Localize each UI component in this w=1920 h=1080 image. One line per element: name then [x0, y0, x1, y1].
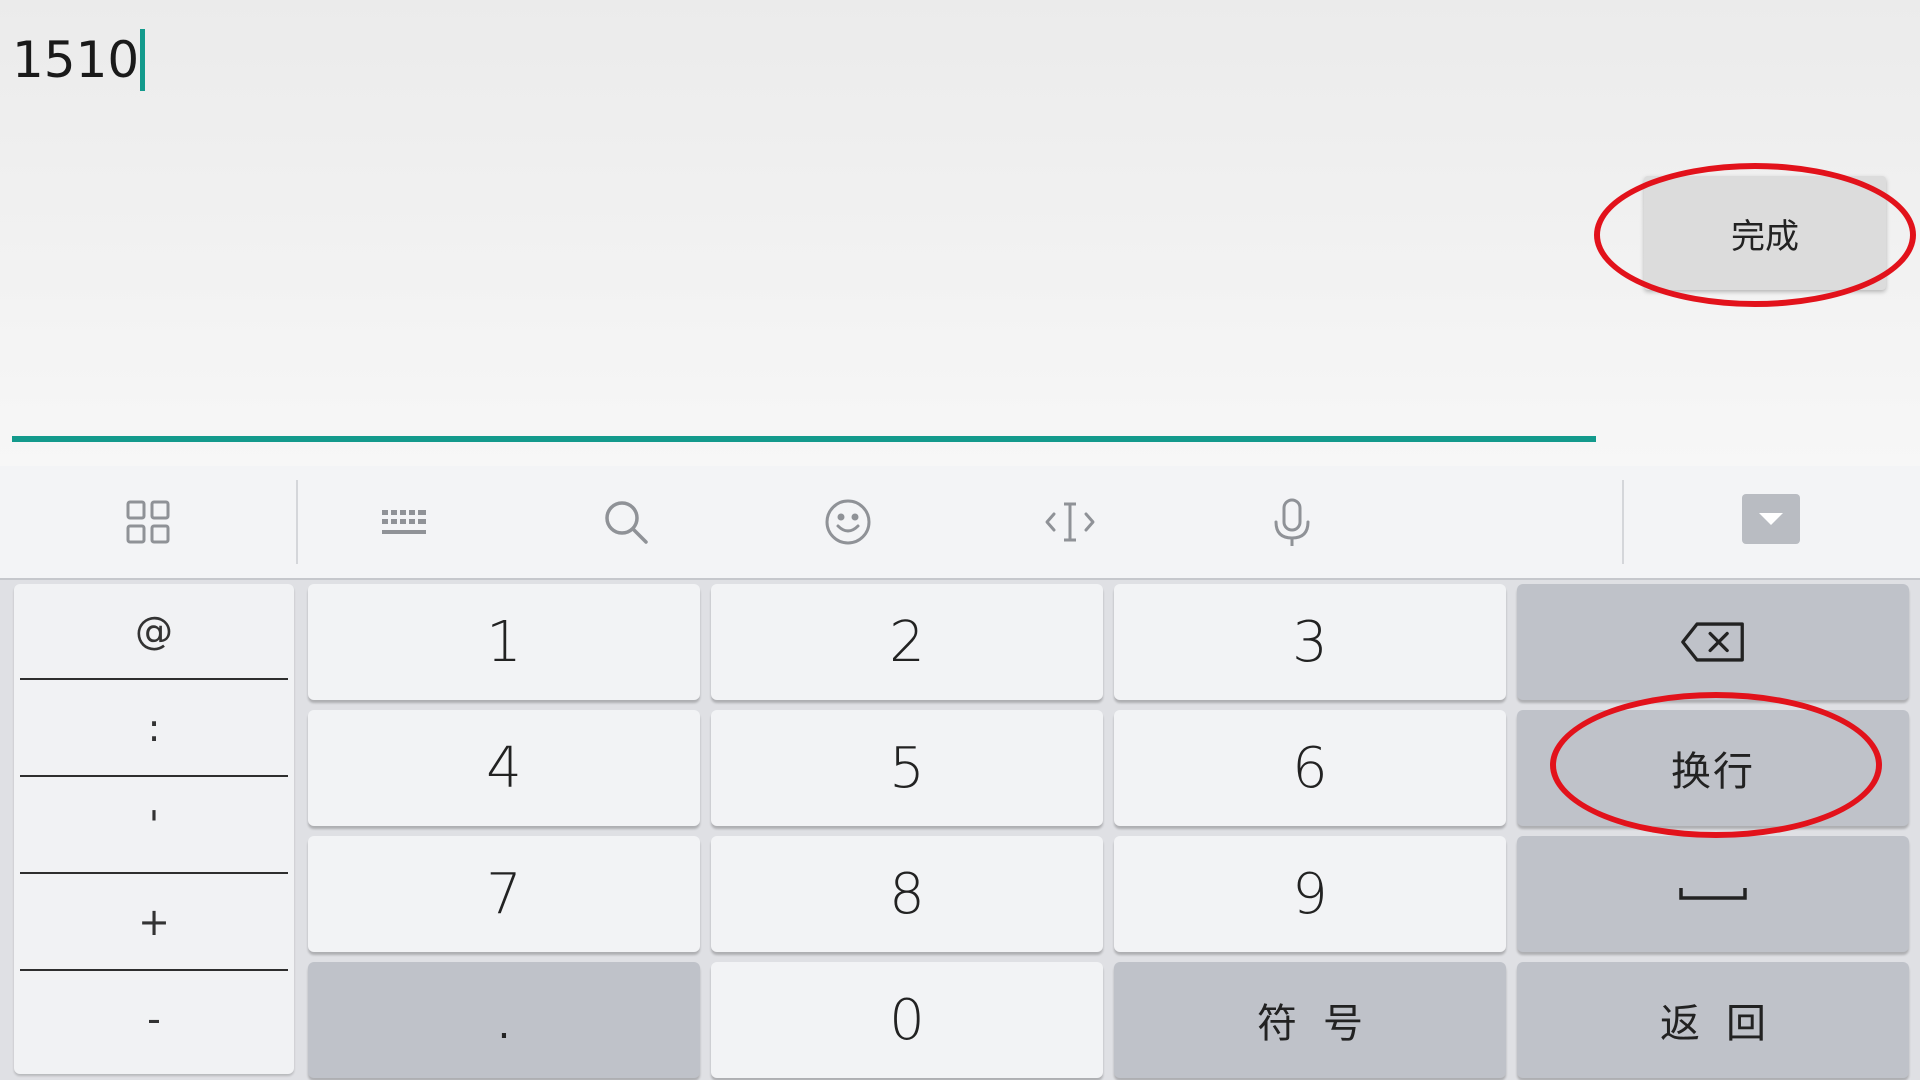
text-caret	[140, 29, 146, 91]
symbol-key[interactable]: :	[20, 681, 288, 775]
key-label: 2	[889, 609, 925, 675]
cursor-edit-icon[interactable]	[1038, 490, 1102, 554]
symbol-switch-key[interactable]: 符号	[1114, 962, 1506, 1078]
apps-grid-icon[interactable]	[116, 490, 180, 554]
backspace-icon	[1681, 622, 1744, 662]
toolbar-divider	[1622, 480, 1624, 564]
keyboard-toolbar	[0, 466, 1920, 580]
backspace-key[interactable]	[1517, 584, 1909, 700]
dot-key[interactable]: .	[308, 962, 700, 1078]
search-icon[interactable]	[594, 490, 658, 554]
key-label: .	[497, 1002, 511, 1048]
key-label: 5	[889, 735, 925, 801]
key-9[interactable]: 9	[1114, 836, 1506, 952]
toolbar-divider	[296, 480, 298, 564]
input-underline	[12, 436, 1596, 442]
key-2[interactable]: 2	[711, 584, 1103, 700]
key-label: 9	[1292, 861, 1328, 927]
screen: 1510 完成 @: ' + - 1 2 3 4 5 6 换行 7 8 9 .…	[0, 0, 1920, 1080]
collapse-keyboard-icon[interactable]	[1742, 494, 1800, 544]
space-icon	[1679, 888, 1747, 900]
text-input-row[interactable]: 1510	[12, 28, 146, 92]
key-label: 返回	[1660, 1001, 1792, 1047]
symbol-separator	[20, 775, 288, 777]
symbol-list[interactable]: @ : ' + -	[14, 584, 294, 1074]
done-button[interactable]: 完成	[1644, 176, 1886, 290]
text-input-area[interactable]: 1510 完成	[0, 0, 1920, 466]
keyboard-body: @ : ' + - 1 2 3 4 5 6 换行 7 8 9 . 0 符号 返回	[0, 580, 1920, 1080]
key-1[interactable]: 1	[308, 584, 700, 700]
emoji-icon[interactable]	[816, 490, 880, 554]
space-key[interactable]	[1517, 836, 1909, 952]
symbol-key[interactable]: @	[20, 584, 288, 678]
key-label: 7	[486, 861, 522, 927]
symbol-separator	[20, 872, 288, 874]
keyboard-icon[interactable]	[372, 490, 436, 554]
key-7[interactable]: 7	[308, 836, 700, 952]
symbol-key[interactable]: -	[20, 972, 288, 1066]
key-label: 符号	[1257, 1001, 1389, 1047]
symbol-key[interactable]: '	[20, 778, 288, 872]
key-label: 1	[486, 609, 522, 675]
key-label: 0	[889, 987, 925, 1053]
key-label: 8	[889, 861, 925, 927]
back-key[interactable]: 返回	[1517, 962, 1909, 1078]
microphone-icon[interactable]	[1260, 490, 1324, 554]
key-label: 3	[1292, 609, 1328, 675]
key-8[interactable]: 8	[711, 836, 1103, 952]
key-label: 4	[486, 735, 522, 801]
input-value: 1510	[12, 31, 140, 89]
key-0[interactable]: 0	[711, 962, 1103, 1078]
key-label: 换行	[1671, 749, 1755, 795]
key-6[interactable]: 6	[1114, 710, 1506, 826]
newline-key[interactable]: 换行	[1517, 710, 1909, 826]
symbol-separator	[20, 969, 288, 971]
key-label: 6	[1292, 735, 1328, 801]
symbol-separator	[20, 678, 288, 680]
key-4[interactable]: 4	[308, 710, 700, 826]
key-3[interactable]: 3	[1114, 584, 1506, 700]
key-5[interactable]: 5	[711, 710, 1103, 826]
symbol-key[interactable]: +	[20, 875, 288, 969]
